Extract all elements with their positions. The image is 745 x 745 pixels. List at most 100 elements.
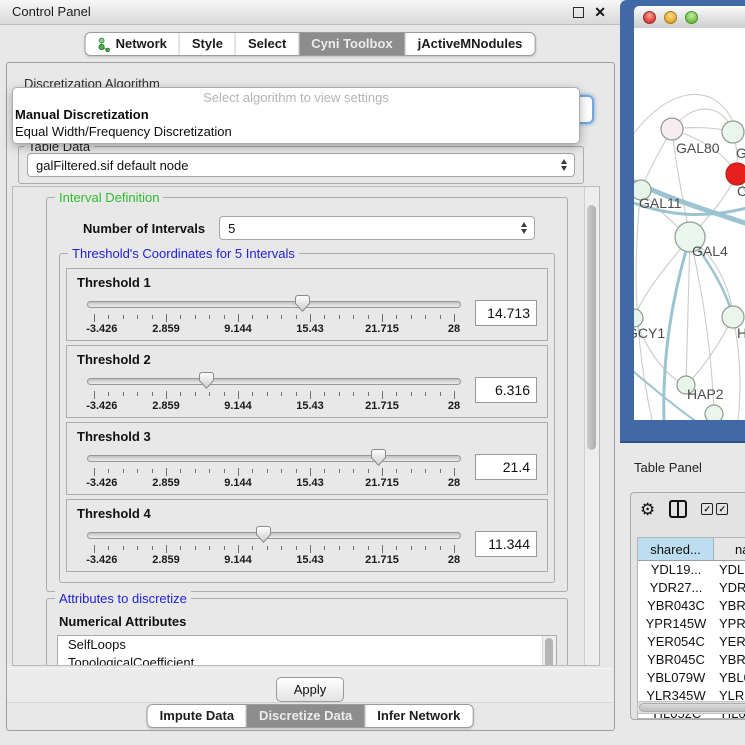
tick-mark bbox=[382, 468, 383, 476]
node-label-hap2: HAP2 bbox=[687, 386, 724, 402]
node-table: shared... na YDL19...YDL1YDR27...YDR2YBR… bbox=[637, 537, 745, 719]
tick-mark bbox=[296, 392, 297, 396]
tick-mark bbox=[123, 469, 124, 473]
combo-stepper-icon bbox=[561, 159, 567, 171]
slider-handle[interactable] bbox=[295, 295, 310, 312]
settings-scrollbar-thumb[interactable] bbox=[587, 205, 596, 450]
tab-network[interactable]: Network bbox=[86, 33, 179, 55]
slider-track[interactable] bbox=[87, 455, 461, 462]
tick-mark bbox=[152, 469, 153, 473]
table-hscrollbar-thumb[interactable] bbox=[639, 703, 745, 712]
slider-ticks bbox=[94, 468, 454, 477]
column-header-shared[interactable]: shared... bbox=[638, 538, 714, 561]
attribute-item[interactable]: SelfLoops bbox=[68, 636, 556, 654]
number-of-intervals-combo[interactable]: 5 bbox=[219, 216, 535, 240]
threshold-1-slider[interactable]: -3.4262.8599.14415.4321.71528 bbox=[87, 294, 461, 336]
tick-mark bbox=[267, 392, 268, 396]
threshold-2-value-field[interactable]: 6.316 bbox=[475, 377, 537, 403]
slider-scale-label: 28 bbox=[448, 400, 460, 412]
checkbox-icon[interactable]: ✓ bbox=[716, 503, 728, 515]
split-columns-icon[interactable] bbox=[669, 500, 687, 518]
threshold-2-label: Threshold 2 bbox=[77, 351, 537, 369]
threshold-3-value-field[interactable]: 21.4 bbox=[475, 454, 537, 480]
slider-track[interactable] bbox=[87, 301, 461, 308]
table-row[interactable]: YBR045CYBR0 bbox=[638, 651, 745, 669]
attributes-scrollbar-thumb[interactable] bbox=[545, 638, 553, 666]
algorithm-placeholder-item: Select algorithm to view settings bbox=[13, 90, 579, 106]
attribute-item[interactable]: TopologicalCoefficient bbox=[68, 654, 556, 666]
tick-mark bbox=[353, 315, 354, 319]
table-panel-title: Table Panel bbox=[634, 460, 702, 475]
tick-mark bbox=[440, 392, 441, 396]
close-icon[interactable]: ✕ bbox=[594, 5, 606, 19]
table-row[interactable]: YBR043CYBR0 bbox=[638, 597, 745, 615]
tick-mark bbox=[94, 468, 95, 476]
algorithm-option-equal-width[interactable]: Equal Width/Frequency Discretization bbox=[13, 123, 579, 140]
table-row[interactable]: YER054CYER0 bbox=[638, 633, 745, 651]
tab-jactivemnodules[interactable]: jActiveMNodules bbox=[405, 33, 535, 55]
control-panel: Control Panel ✕ bbox=[0, 0, 620, 745]
tab-discretize-data[interactable]: Discretize Data bbox=[246, 705, 364, 727]
table-data-group: Table Data galFiltered.sif default node bbox=[18, 146, 584, 184]
slider-scale-label: 9.144 bbox=[224, 323, 252, 335]
node-red-selected[interactable] bbox=[726, 163, 745, 185]
table-cell: YDL1 bbox=[714, 561, 745, 579]
threshold-1-value-field[interactable]: 14.713 bbox=[475, 300, 537, 326]
tick-mark bbox=[324, 315, 325, 319]
slider-scale-label: 2.859 bbox=[152, 323, 180, 335]
table-row[interactable]: YBL079WYBL0 bbox=[638, 669, 745, 687]
algorithm-dropdown-popup: Select algorithm to view settings Manual… bbox=[12, 87, 580, 144]
column-header-name[interactable]: na bbox=[714, 538, 745, 561]
gear-icon[interactable]: ⚙ bbox=[640, 501, 655, 518]
tab-select[interactable]: Select bbox=[235, 33, 298, 55]
checkbox-icon[interactable]: ✓ bbox=[701, 503, 713, 515]
tick-mark bbox=[310, 468, 311, 476]
tab-impute-data[interactable]: Impute Data bbox=[148, 705, 246, 727]
tab-cyni-toolbox[interactable]: Cyni Toolbox bbox=[298, 33, 404, 55]
node-ga[interactable] bbox=[722, 121, 744, 143]
slider-scale-label: 21.715 bbox=[365, 554, 399, 566]
numerical-attributes-list[interactable]: SelfLoopsTopologicalCoefficientBetweenne… bbox=[57, 635, 557, 666]
zoom-button[interactable] bbox=[685, 11, 698, 24]
tick-mark bbox=[267, 469, 268, 473]
threshold-4-label: Threshold 4 bbox=[77, 505, 537, 523]
node-bottom[interactable] bbox=[705, 405, 723, 420]
tick-mark bbox=[180, 469, 181, 473]
tick-mark bbox=[224, 392, 225, 396]
tab-style[interactable]: Style bbox=[179, 33, 235, 55]
tick-mark bbox=[382, 391, 383, 399]
slider-handle[interactable] bbox=[256, 526, 271, 543]
thresholds-group-title: Threshold's Coordinates for 5 Intervals bbox=[68, 246, 299, 261]
threshold-4-value-field[interactable]: 11.344 bbox=[475, 531, 537, 557]
network-window-titlebar[interactable] bbox=[634, 6, 745, 29]
table-row[interactable]: YDR27...YDR2 bbox=[638, 579, 745, 597]
threshold-3-slider[interactable]: -3.4262.8599.14415.4321.71528 bbox=[87, 448, 461, 490]
node-label-ga: GA bbox=[736, 145, 745, 161]
minimize-button[interactable] bbox=[664, 11, 677, 24]
settings-vertical-scrollbar[interactable] bbox=[584, 187, 599, 665]
table-data-combo[interactable]: galFiltered.sif default node bbox=[27, 153, 575, 177]
attributes-list-scrollbar[interactable] bbox=[542, 636, 556, 666]
close-button[interactable] bbox=[643, 11, 656, 24]
tick-mark bbox=[396, 315, 397, 319]
table-row[interactable]: YDL19...YDL1 bbox=[638, 561, 745, 579]
tick-mark bbox=[339, 315, 340, 319]
slider-track[interactable] bbox=[87, 532, 461, 539]
tab-infer-network[interactable]: Infer Network bbox=[364, 705, 472, 727]
table-horizontal-scrollbar[interactable] bbox=[637, 701, 745, 714]
table-cell: YDR2 bbox=[714, 579, 745, 597]
slider-handle[interactable] bbox=[371, 449, 386, 466]
apply-button[interactable]: Apply bbox=[276, 677, 344, 702]
tick-mark bbox=[296, 315, 297, 319]
float-window-icon[interactable] bbox=[573, 7, 584, 18]
network-canvas[interactable]: GAL80 GA C GAL11 GAL4 GCY1 H HAP2 bbox=[634, 28, 745, 420]
tick-mark bbox=[252, 392, 253, 396]
threshold-2-slider[interactable]: -3.4262.8599.14415.4321.71528 bbox=[87, 371, 461, 413]
threshold-4-slider[interactable]: -3.4262.8599.14415.4321.71528 bbox=[87, 525, 461, 567]
table-row[interactable]: YPR145WYPR1 bbox=[638, 615, 745, 633]
node-gal80[interactable] bbox=[661, 118, 683, 140]
slider-handle[interactable] bbox=[199, 372, 214, 389]
slider-track[interactable] bbox=[87, 378, 461, 385]
algorithm-option-manual[interactable]: Manual Discretization bbox=[13, 106, 579, 123]
tick-mark bbox=[454, 468, 455, 476]
